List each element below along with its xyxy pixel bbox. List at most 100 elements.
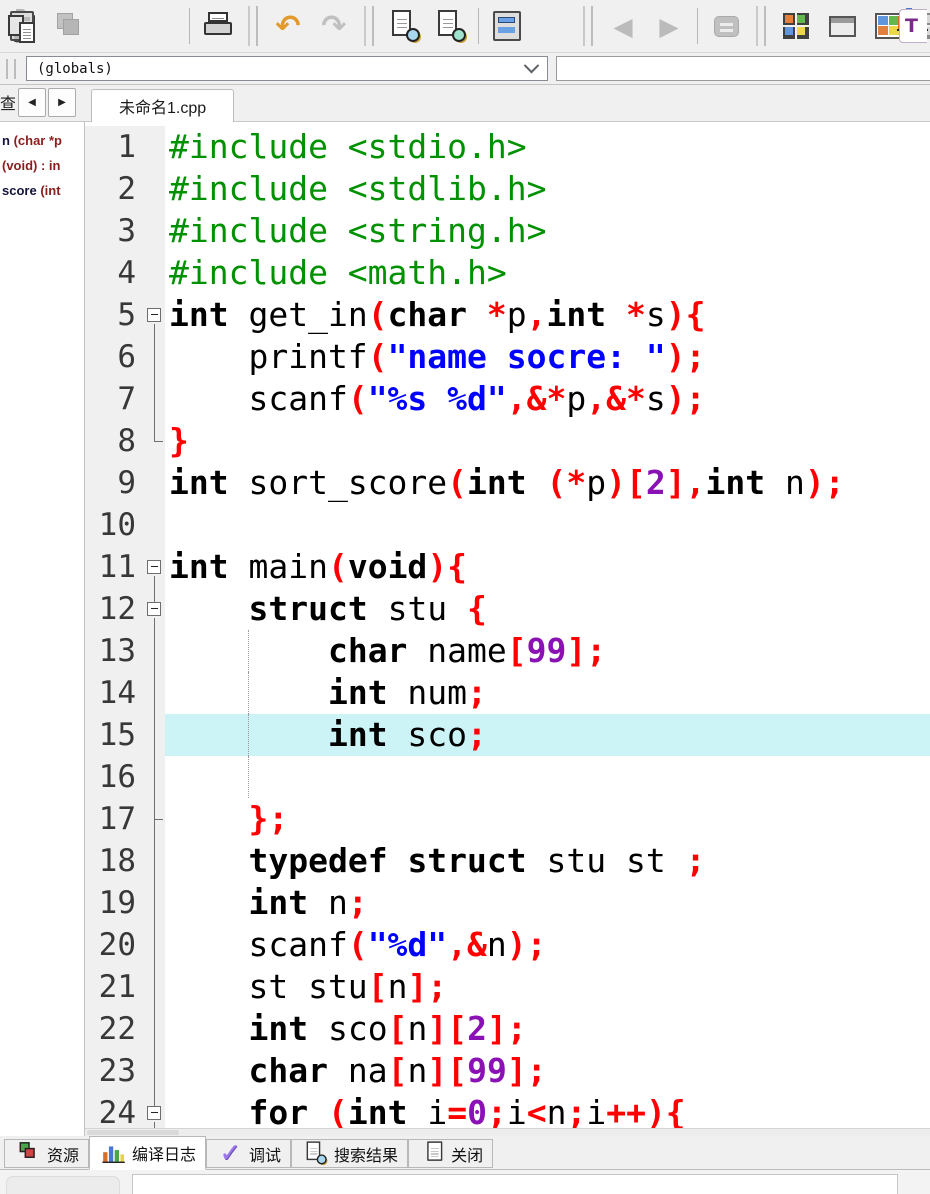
- code-line[interactable]: 16: [85, 756, 930, 798]
- line-number: 7: [85, 378, 145, 420]
- tab-compile-log-icon: [100, 1139, 127, 1166]
- new-project-icon[interactable]: [773, 3, 819, 49]
- scope-selector[interactable]: (globals): [26, 56, 548, 81]
- devcpp-window: ✕✕↶↷▶◀▶✓✕✕T (globals) 查 ◀ ▶ 未命名1.cpp n (…: [0, 0, 930, 1194]
- line-number: 9: [85, 462, 145, 504]
- code-line[interactable]: 13 char name[99];: [85, 630, 930, 672]
- code-lines[interactable]: 1 #include <stdio.h> 2 #include <stdlib.h> 3…: [85, 122, 930, 1128]
- back-icon: ◀: [600, 3, 646, 49]
- tab-unnamed1-cpp[interactable]: 未命名1.cpp: [91, 89, 235, 122]
- code-line[interactable]: 22 int sco[n][2];: [85, 1008, 930, 1050]
- scrollbar-thumb[interactable]: [87, 1130, 179, 1135]
- tab-resources[interactable]: 资源: [4, 1139, 90, 1168]
- bottom-tab-label: 编译日志: [132, 1147, 197, 1164]
- code-line[interactable]: 7 scanf("%s %d",&*p,&*s);: [85, 378, 930, 420]
- code-text: int sort_score(int (*p)[2],int n);: [169, 463, 845, 502]
- code-line[interactable]: 10: [85, 504, 930, 546]
- code-line[interactable]: 21 st stu[n];: [85, 966, 930, 1008]
- fold-toggle-icon[interactable]: [145, 294, 165, 336]
- code-line[interactable]: 8}: [85, 420, 930, 462]
- line-number: 19: [85, 882, 145, 924]
- code-line[interactable]: 17 };: [85, 798, 930, 840]
- code-editor[interactable]: 1 #include <stdio.h> 2 #include <stdlib.h> 3…: [85, 122, 930, 1136]
- toolbar-grip: [14, 58, 16, 79]
- code-text: }: [169, 421, 189, 460]
- chevron-down-icon: [523, 57, 540, 74]
- code-line[interactable]: 11 int main(void){: [85, 546, 930, 588]
- close-all-icon[interactable]: ✕: [8, 3, 184, 49]
- toolbar-separator: [364, 6, 374, 46]
- indent-guide: [248, 756, 250, 798]
- fold-margin: [145, 252, 165, 294]
- fold-margin: [145, 672, 165, 714]
- code-line[interactable]: 4 #include <math.h>: [85, 252, 930, 294]
- code-line[interactable]: 19 int n;: [85, 882, 930, 924]
- code-line[interactable]: 2 #include <stdlib.h>: [85, 168, 930, 210]
- tab-scroll-left-button[interactable]: ◀: [18, 88, 46, 117]
- class-browser-item[interactable]: (void) : in: [0, 153, 84, 178]
- new-window-icon[interactable]: [819, 3, 865, 49]
- code-line[interactable]: 18 typedef struct stu st ;: [85, 840, 930, 882]
- code-line[interactable]: 23 char na[n][99];: [85, 1050, 930, 1092]
- code-line[interactable]: 15 int sco;: [85, 714, 930, 756]
- line-number: 15: [85, 714, 145, 756]
- code-text: #include <stdio.h>: [169, 127, 527, 166]
- fold-margin: [145, 378, 165, 420]
- line-number: 18: [85, 840, 145, 882]
- bookmark-icon: [703, 3, 749, 49]
- goto-function-icon[interactable]: [484, 3, 530, 49]
- line-number: 5: [85, 294, 145, 336]
- member-selector[interactable]: [556, 56, 930, 81]
- goto-line-icon[interactable]: ▶: [10, 3, 576, 49]
- fold-toggle-icon[interactable]: [145, 546, 165, 588]
- print-icon[interactable]: [195, 3, 241, 49]
- line-number: 6: [85, 336, 145, 378]
- code-text: char na[n][99];: [248, 1051, 547, 1090]
- code-line[interactable]: 9 int sort_score(int (*p)[2],int n);: [85, 462, 930, 504]
- line-number: 13: [85, 630, 145, 672]
- class-browser-item[interactable]: n (char *p: [0, 128, 84, 153]
- toolbar-separator: [583, 6, 593, 46]
- undo-icon[interactable]: ↶: [265, 3, 311, 49]
- tab-row: 查 ◀ ▶ 未命名1.cpp: [0, 85, 930, 122]
- line-number: 2: [85, 168, 145, 210]
- code-line[interactable]: 12 struct stu {: [85, 588, 930, 630]
- tab-debug[interactable]: ✓ 调试: [206, 1138, 292, 1168]
- tab-scroll-right-button[interactable]: ▶: [48, 88, 76, 117]
- fold-margin: [145, 882, 165, 924]
- horizontal-scrollbar[interactable]: [85, 1128, 930, 1136]
- bottom-tab-label: 关闭: [451, 1147, 484, 1165]
- replace-icon[interactable]: [427, 3, 473, 49]
- code-line[interactable]: 1 #include <stdio.h>: [85, 126, 930, 168]
- find-icon: [385, 7, 423, 45]
- find-icon[interactable]: [381, 3, 427, 49]
- symbol-name: n: [2, 133, 14, 148]
- new-project-icon: [777, 7, 815, 45]
- close-file-icon[interactable]: ✕: [14, 3, 138, 49]
- clipped-right-icon[interactable]: T: [890, 3, 930, 49]
- symbol-signature: (int: [40, 183, 61, 198]
- line-number: 24: [85, 1092, 145, 1128]
- code-line[interactable]: 3 #include <string.h>: [85, 210, 930, 252]
- class-browser-item[interactable]: score (int: [0, 178, 84, 203]
- bottom-tab-bar: 资源 编译日志 ✓ 调试 搜索结果 ✕ 关闭: [0, 1136, 930, 1170]
- code-line[interactable]: 24 for (int i=0;i<n;i++){: [85, 1092, 930, 1128]
- fold-toggle-icon[interactable]: [145, 588, 165, 630]
- tab-compile-log[interactable]: 编译日志: [89, 1136, 207, 1170]
- code-line[interactable]: 20 scanf("%d",&n);: [85, 924, 930, 966]
- tab-debug-icon: ✓: [219, 1138, 242, 1168]
- fold-toggle-icon[interactable]: [145, 1092, 165, 1128]
- redo-icon: ↷: [311, 3, 357, 49]
- fold-margin: [145, 714, 165, 756]
- tab-close-panel[interactable]: ✕ 关闭: [408, 1139, 494, 1168]
- code-text: st stu[n];: [169, 967, 448, 1006]
- goto-function-icon: [488, 7, 526, 45]
- tab-search-results[interactable]: 搜索结果: [291, 1139, 409, 1168]
- line-number: 20: [85, 924, 145, 966]
- clipped-right-icon: T: [899, 9, 927, 43]
- code-line[interactable]: 5 int get_in(char *p,int *s){: [85, 294, 930, 336]
- code-line[interactable]: 14 int num;: [85, 672, 930, 714]
- code-text: typedef struct stu st ;: [248, 841, 706, 880]
- code-line[interactable]: 6 printf("name socre: ");: [85, 336, 930, 378]
